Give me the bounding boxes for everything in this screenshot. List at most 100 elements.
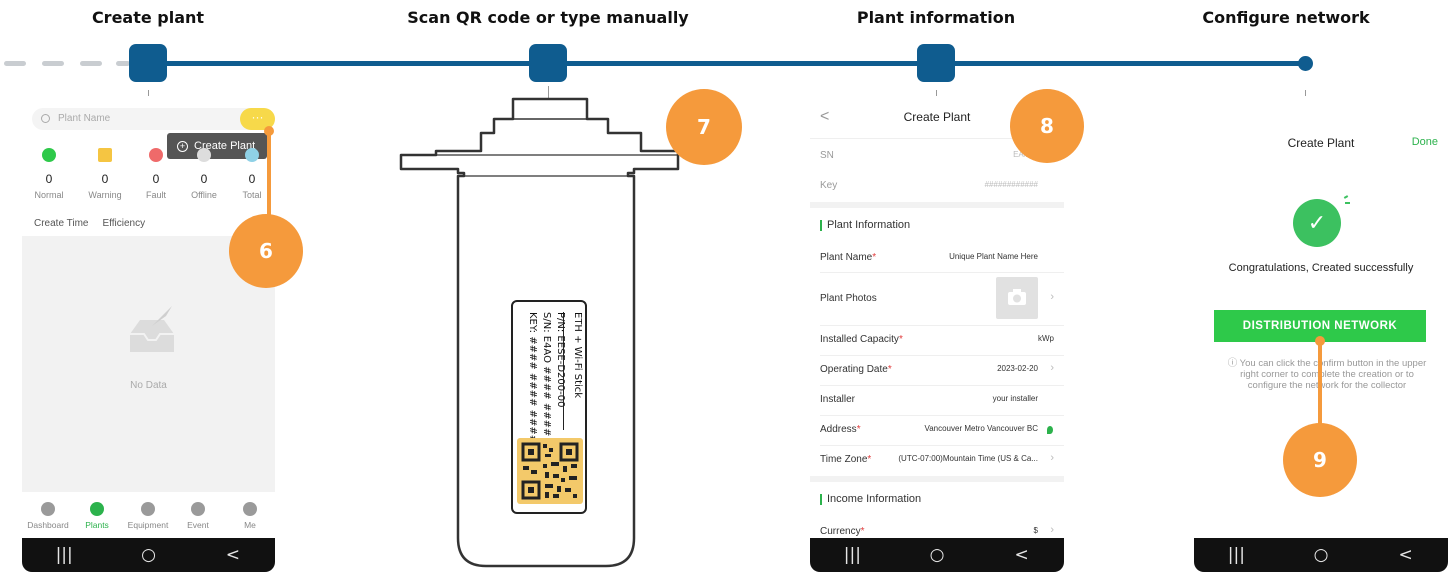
pointer-line bbox=[267, 132, 271, 224]
stat-count: 0 bbox=[200, 172, 208, 186]
key-row[interactable]: Key ############ bbox=[810, 171, 1064, 201]
phone-screen-configure-network: Create Plant Done ✓ Congratulations, Cre… bbox=[1194, 96, 1448, 572]
event-icon bbox=[191, 502, 205, 516]
sort-create-time[interactable]: Create Time bbox=[34, 218, 88, 229]
fault-status-icon bbox=[149, 148, 163, 162]
income-information-heading: Income Information bbox=[820, 494, 921, 505]
stat-count: 0 bbox=[45, 172, 53, 186]
operating-date-row[interactable]: Operating Date* 2023-02-20 › bbox=[810, 355, 1064, 385]
label-key: KEY: #### #### #### bbox=[527, 312, 538, 444]
sort-bar: Create Time Efficiency bbox=[34, 218, 159, 229]
me-icon bbox=[243, 502, 257, 516]
plant-name-row[interactable]: Plant Name* Unique Plant Name Here bbox=[810, 243, 1064, 273]
qr-code-icon bbox=[521, 442, 579, 500]
search-input[interactable]: Plant Name bbox=[32, 108, 262, 130]
dashboard-icon bbox=[41, 502, 55, 516]
qr-code[interactable] bbox=[517, 438, 583, 504]
tab-plants[interactable]: Plants bbox=[70, 502, 124, 530]
step-badge-8: 8 bbox=[1010, 89, 1084, 163]
camera-icon[interactable] bbox=[996, 277, 1038, 319]
normal-status-icon bbox=[42, 148, 56, 162]
page-title: Create Plant bbox=[1287, 136, 1355, 150]
timeline-line bbox=[148, 61, 1306, 66]
location-pin-icon[interactable] bbox=[1047, 426, 1053, 434]
timeline-dash bbox=[4, 61, 26, 66]
label-product-name: ETH + Wi-Fi Stick bbox=[572, 312, 583, 399]
label-part-number: P/N: EESE-D200-00 bbox=[555, 312, 566, 408]
step-title-plant-information: Plant information bbox=[856, 8, 1016, 27]
stat-label: Warning bbox=[88, 190, 122, 200]
stat-label: Fault bbox=[145, 190, 166, 200]
system-nav-bar: ||| ○ < bbox=[1194, 538, 1448, 572]
recent-apps-button[interactable]: ||| bbox=[832, 545, 872, 565]
step-badge-9: 9 bbox=[1283, 423, 1357, 497]
section-divider bbox=[810, 476, 1064, 482]
tab-event[interactable]: Event bbox=[171, 502, 225, 530]
step-badge-7: 7 bbox=[666, 89, 742, 165]
stat-count: 0 bbox=[152, 172, 160, 186]
phone-screen-plant-information: < Create Plant SN EA##### Key ##########… bbox=[810, 96, 1064, 572]
stat-offline[interactable]: 0 Offline bbox=[179, 148, 229, 200]
sort-efficiency[interactable]: Efficiency bbox=[102, 218, 145, 229]
stat-label: Normal bbox=[34, 190, 64, 200]
back-button[interactable]: < bbox=[1386, 545, 1426, 565]
timeline-dash bbox=[42, 61, 64, 66]
done-button[interactable]: Done bbox=[1412, 136, 1438, 148]
step-title-create-plant: Create plant bbox=[91, 8, 205, 27]
search-placeholder: Plant Name bbox=[58, 113, 111, 124]
timeline-dash bbox=[80, 61, 102, 66]
product-label: ETH + Wi-Fi Stick P/N: EESE-D200-00 S/N:… bbox=[511, 300, 587, 514]
stat-normal[interactable]: 0 Normal bbox=[24, 148, 74, 200]
home-button[interactable]: ○ bbox=[917, 545, 957, 565]
chevron-right-icon: › bbox=[1050, 452, 1054, 464]
timeline-end-dot bbox=[1298, 56, 1313, 71]
recent-apps-button[interactable]: ||| bbox=[44, 545, 84, 565]
total-status-icon bbox=[245, 148, 259, 162]
label-serial-number: S/N: E4AO #### #### bbox=[541, 312, 552, 437]
address-row[interactable]: Address* Vancouver Metro Vancouver BC bbox=[810, 415, 1064, 445]
separator bbox=[820, 272, 1064, 273]
system-nav-bar: ||| ○ < bbox=[810, 538, 1064, 572]
home-button[interactable]: ○ bbox=[1301, 545, 1341, 565]
tab-equipment[interactable]: Equipment bbox=[121, 502, 175, 530]
info-text: ⓘ You can click the confirm button in th… bbox=[1227, 358, 1427, 391]
home-button[interactable]: ○ bbox=[128, 545, 168, 565]
offline-status-icon bbox=[197, 148, 211, 162]
timeline-node-2 bbox=[529, 44, 567, 82]
recent-apps-button[interactable]: ||| bbox=[1216, 545, 1256, 565]
plant-information-heading: Plant Information bbox=[820, 220, 910, 231]
tab-bar: Dashboard Plants Equipment Event Me bbox=[22, 498, 275, 538]
step-badge-6: 6 bbox=[229, 214, 303, 288]
timeline-dash bbox=[116, 61, 130, 66]
installed-capacity-row[interactable]: Installed Capacity* kWp bbox=[810, 325, 1064, 355]
empty-box-icon bbox=[130, 306, 174, 352]
stat-fault[interactable]: 0 Fault bbox=[131, 148, 181, 200]
step-title-scan-qr: Scan QR code or type manually bbox=[407, 8, 689, 27]
stat-label: Offline bbox=[191, 190, 217, 200]
pointer-line bbox=[1318, 341, 1322, 427]
warning-status-icon bbox=[98, 148, 112, 162]
no-data-text: No Data bbox=[130, 380, 167, 391]
stat-warning[interactable]: 0 Warning bbox=[80, 148, 130, 200]
phone-screen-plants: Plant Name ··· + Create Plant 0 Normal 0 … bbox=[22, 96, 275, 572]
installer-row[interactable]: Installer your installer bbox=[810, 385, 1064, 415]
chevron-right-icon: › bbox=[1050, 362, 1054, 374]
timeline-node-1 bbox=[129, 44, 167, 82]
section-divider bbox=[810, 202, 1064, 208]
time-zone-row[interactable]: Time Zone* (UTC-07:00)Mountain Time (US … bbox=[810, 445, 1064, 475]
step-title-configure-network: Configure network bbox=[1202, 8, 1370, 27]
back-button[interactable]: < bbox=[213, 545, 253, 565]
label-divider bbox=[563, 312, 564, 430]
success-check-icon: ✓ bbox=[1293, 199, 1341, 247]
stat-count: 0 bbox=[101, 172, 109, 186]
tab-dashboard[interactable]: Dashboard bbox=[22, 502, 75, 530]
plants-icon bbox=[90, 502, 104, 516]
chevron-right-icon: › bbox=[1050, 524, 1054, 536]
tab-me[interactable]: Me bbox=[223, 502, 275, 530]
timeline-node-3 bbox=[917, 44, 955, 82]
search-icon bbox=[41, 114, 50, 123]
equipment-icon bbox=[141, 502, 155, 516]
back-button[interactable]: < bbox=[1002, 545, 1042, 565]
chevron-right-icon: › bbox=[1050, 291, 1054, 303]
sparkle-icon bbox=[1343, 195, 1349, 199]
